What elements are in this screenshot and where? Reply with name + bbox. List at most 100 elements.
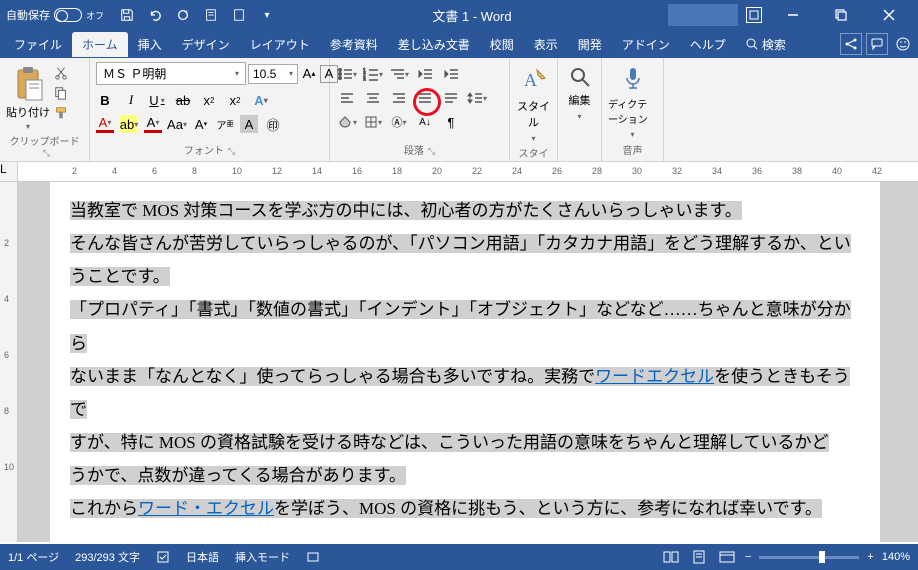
font-color-button[interactable]: A▾: [96, 115, 114, 133]
tab-insert[interactable]: 挿入: [128, 32, 172, 57]
highlight-button[interactable]: ab▾: [120, 115, 138, 133]
web-layout-icon[interactable]: [717, 549, 737, 565]
qat-icon-5[interactable]: [230, 6, 248, 24]
tab-addins[interactable]: アドイン: [612, 32, 680, 57]
subscript-button[interactable]: x2: [200, 91, 218, 109]
text-line[interactable]: 「プロパティ」「書式」「数値の書式」「インデント」「オブジェクト」などなど……ち…: [70, 300, 851, 352]
distribute-button[interactable]: [440, 88, 462, 108]
zoom-in-button[interactable]: +: [867, 551, 873, 563]
tab-mailings[interactable]: 差し込み文書: [388, 32, 480, 57]
toggle-switch[interactable]: [54, 8, 82, 22]
text-line[interactable]: ないまま「なんとなく」使ってらっしゃる場合も多いですね。実務で: [70, 367, 595, 386]
editing-button[interactable]: 編集 ▾: [564, 62, 595, 121]
font-launcher[interactable]: ⤡: [228, 146, 235, 156]
tab-view[interactable]: 表示: [524, 32, 568, 57]
increase-indent-button[interactable]: [440, 64, 462, 84]
underline-button[interactable]: U▾: [148, 91, 166, 109]
qat-icon-4[interactable]: [202, 6, 220, 24]
asian-layout-button[interactable]: Ⓐ▾: [388, 112, 410, 132]
maximize-button[interactable]: [818, 0, 864, 30]
dictation-button[interactable]: ディクテーション ▾: [608, 62, 657, 139]
superscript-button[interactable]: x2: [226, 91, 244, 109]
font-outline-button[interactable]: A▾: [144, 115, 162, 133]
tab-file[interactable]: ファイル: [4, 32, 72, 57]
text-line[interactable]: そんな皆さんが苦労していらっしゃるのが、「パソコン用語」「カタカナ用語」をどう理…: [70, 234, 851, 253]
multilevel-button[interactable]: ▾: [388, 64, 410, 84]
borders-button[interactable]: ▾: [362, 112, 384, 132]
text-line[interactable]: すが、特に MOS の資格試験を受ける時などは、こういった用語の意味をちゃんと理…: [70, 433, 829, 452]
paragraph-launcher[interactable]: ⤡: [428, 146, 435, 156]
ruby-button[interactable]: ア亜: [216, 115, 234, 133]
decrease-indent-button[interactable]: [414, 64, 436, 84]
show-marks-button[interactable]: ¶: [440, 112, 462, 132]
grow-font-icon[interactable]: A▴: [300, 65, 318, 83]
insert-mode[interactable]: 挿入モード: [235, 549, 290, 565]
italic-button[interactable]: I: [122, 91, 140, 109]
font-size-combo[interactable]: 10.5▾: [248, 64, 298, 84]
paste-icon[interactable]: [12, 66, 44, 102]
tab-design[interactable]: デザイン: [172, 32, 240, 57]
document-body[interactable]: 当教室で MOS 対策コースを学ぶ方の中には、初心者の方がたくさんいらっしゃいま…: [70, 194, 860, 525]
minimize-button[interactable]: [770, 0, 816, 30]
search-box[interactable]: 検索: [736, 32, 796, 57]
redo-icon[interactable]: [174, 6, 192, 24]
enclose-char-button[interactable]: ㊞: [264, 115, 282, 133]
share-button[interactable]: [840, 33, 862, 55]
shrink-font-icon[interactable]: A▾: [192, 115, 210, 133]
char-shading-button[interactable]: A: [240, 115, 258, 133]
text-line[interactable]: うかで、点数が違ってくる場合があります。: [70, 466, 406, 485]
font-name-combo[interactable]: ＭＳ Ｐ明朝▾: [96, 62, 246, 85]
justify-button[interactable]: [414, 88, 436, 108]
zoom-slider[interactable]: [759, 556, 859, 559]
strikethrough-button[interactable]: ab: [174, 91, 192, 109]
print-layout-icon[interactable]: [689, 549, 709, 565]
clipboard-launcher[interactable]: ⤡: [43, 148, 50, 158]
text-line[interactable]: を学ぼう、MOS の資格に挑もう、という方に、参考になれば幸いです。: [274, 499, 822, 518]
align-right-button[interactable]: [388, 88, 410, 108]
language[interactable]: 日本語: [186, 549, 219, 565]
align-left-button[interactable]: [336, 88, 358, 108]
undo-icon[interactable]: [146, 6, 164, 24]
tab-references[interactable]: 参考資料: [320, 32, 388, 57]
zoom-out-button[interactable]: −: [745, 551, 751, 563]
tab-layout[interactable]: レイアウト: [240, 32, 320, 57]
macro-icon[interactable]: [306, 550, 320, 564]
zoom-level[interactable]: 140%: [882, 551, 910, 563]
cut-icon[interactable]: [54, 66, 68, 80]
autosave-toggle[interactable]: 自動保存 オフ: [6, 7, 104, 23]
styles-button[interactable]: A スタイル ▾: [516, 62, 551, 143]
page-count[interactable]: 1/1 ページ: [8, 549, 59, 565]
bold-button[interactable]: B: [96, 91, 114, 109]
paste-label[interactable]: 貼り付け: [6, 104, 50, 120]
text-line[interactable]: これから: [70, 499, 138, 518]
smiley-button[interactable]: [892, 33, 914, 55]
save-icon[interactable]: [118, 6, 136, 24]
line-spacing-button[interactable]: ▾: [466, 88, 488, 108]
document-page[interactable]: 当教室で MOS 対策コースを学ぶ方の中には、初心者の方がたくさんいらっしゃいま…: [50, 182, 880, 542]
text-effects-button[interactable]: A▾: [252, 91, 270, 109]
read-mode-icon[interactable]: [661, 549, 681, 565]
vertical-ruler[interactable]: 246810: [0, 182, 18, 542]
close-button[interactable]: [866, 0, 912, 30]
numbering-button[interactable]: 123▾: [362, 64, 384, 84]
sort-button[interactable]: A↓: [414, 112, 436, 132]
format-painter-icon[interactable]: [54, 106, 68, 120]
shading-button[interactable]: ▾: [336, 112, 358, 132]
account-area[interactable]: [668, 4, 738, 26]
text-line[interactable]: うことです。: [70, 267, 170, 286]
horizontal-ruler[interactable]: L 24681012141618202224262830323436384042: [0, 162, 918, 182]
tab-review[interactable]: 校閲: [480, 32, 524, 57]
bullets-button[interactable]: ▾: [336, 64, 358, 84]
tab-help[interactable]: ヘルプ: [680, 32, 736, 57]
hyperlink[interactable]: ワードエクセル: [595, 367, 714, 386]
tab-home[interactable]: ホーム: [72, 32, 128, 57]
ribbon-display-icon[interactable]: [746, 7, 762, 23]
comments-button[interactable]: [866, 33, 888, 55]
word-count[interactable]: 293/293 文字: [75, 549, 140, 565]
spell-check-icon[interactable]: [156, 550, 170, 564]
hyperlink[interactable]: ワード・エクセル: [138, 499, 274, 518]
qat-dropdown-icon[interactable]: ▾: [258, 6, 276, 24]
tab-developer[interactable]: 開発: [568, 32, 612, 57]
copy-icon[interactable]: [54, 86, 68, 100]
align-center-button[interactable]: [362, 88, 384, 108]
